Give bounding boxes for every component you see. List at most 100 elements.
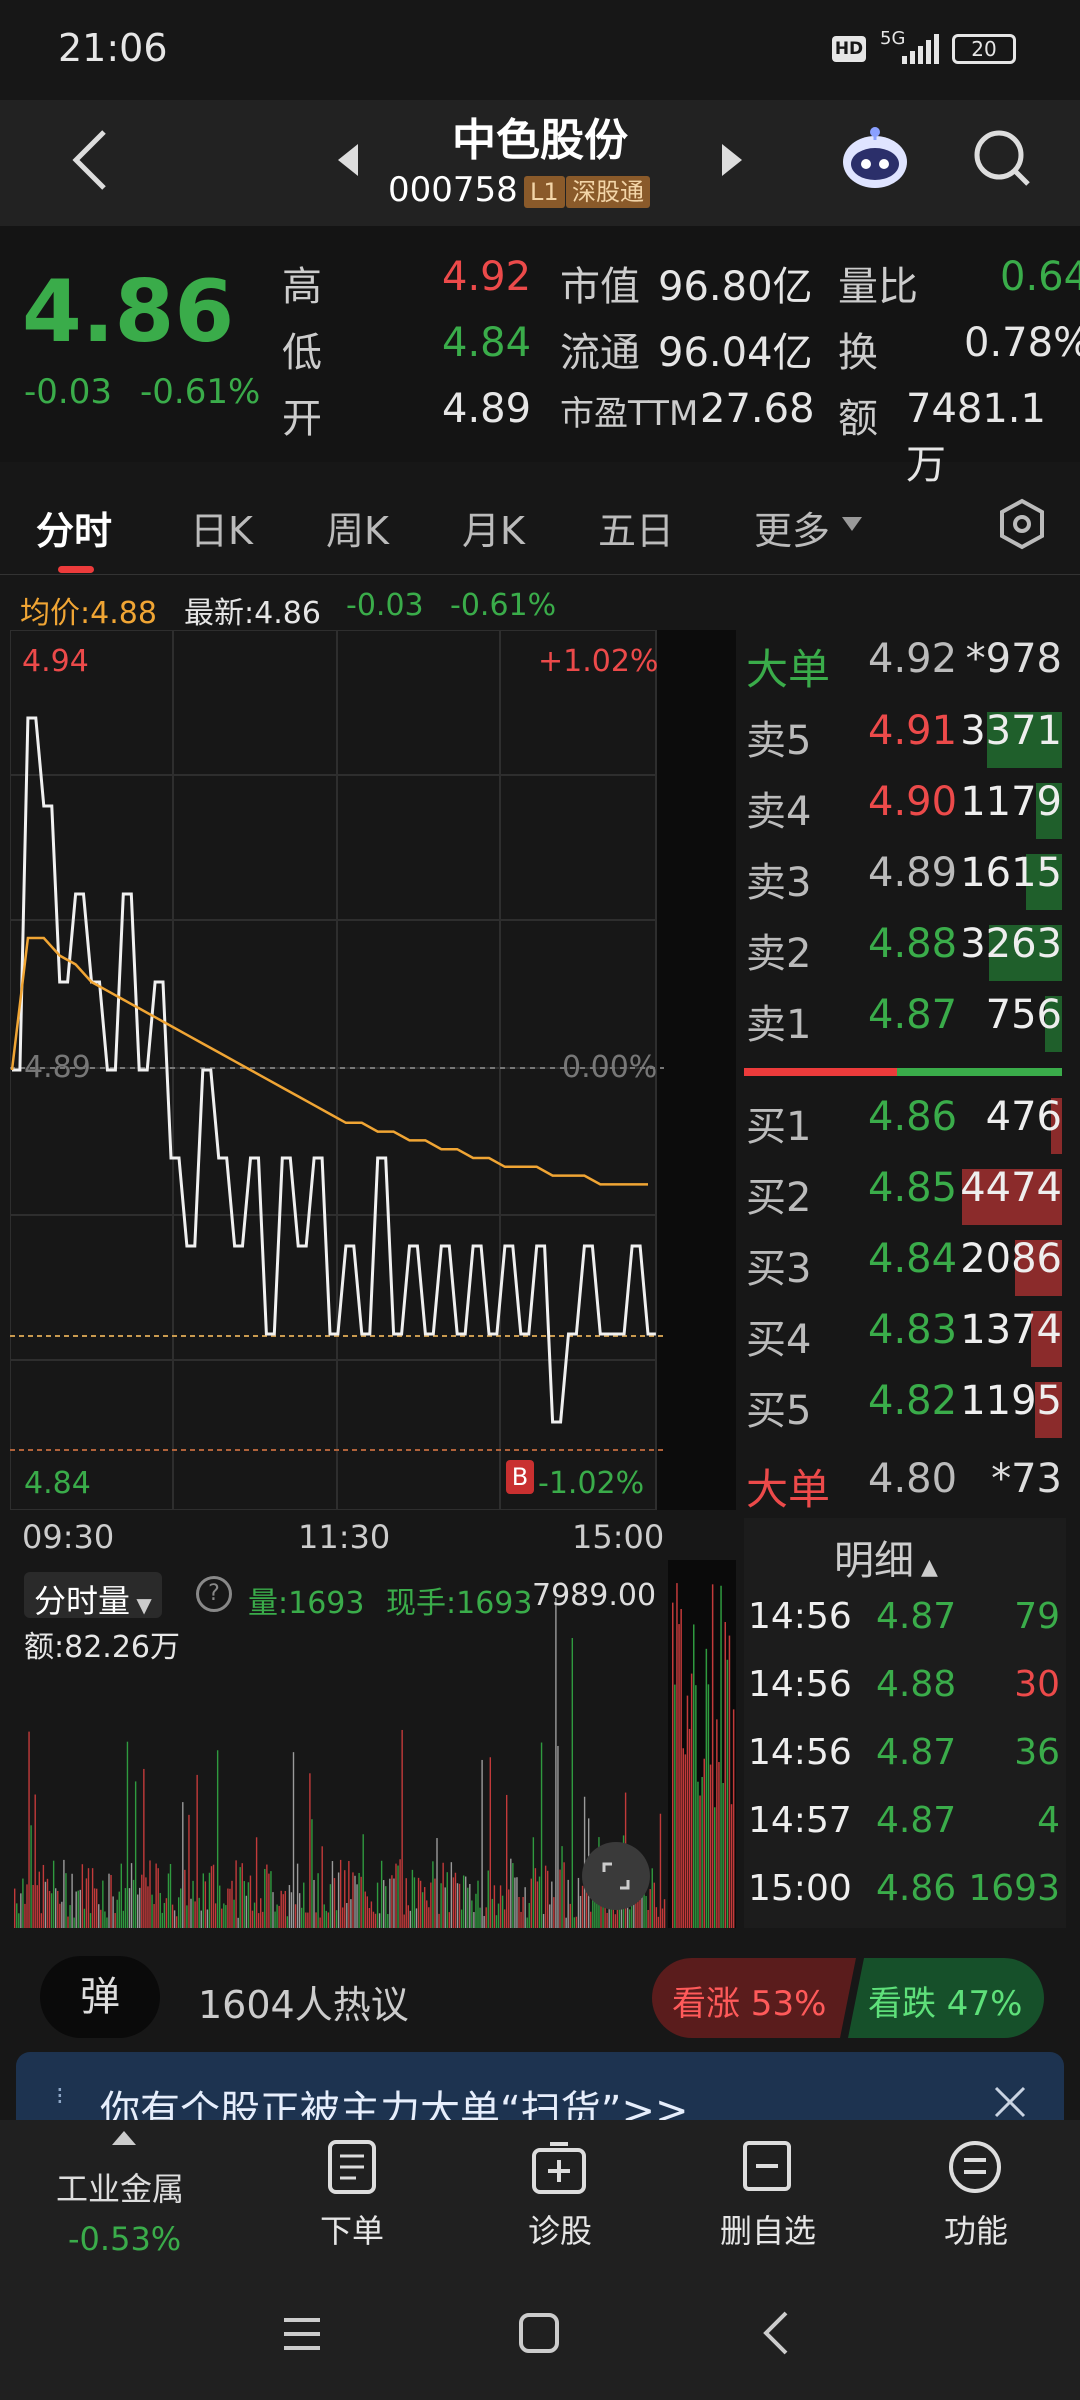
- nav-diagnose[interactable]: 诊股: [490, 2206, 630, 2252]
- volume-bar: [241, 1863, 243, 1928]
- tick-time: 14:57: [748, 1800, 852, 1841]
- tab-weekly-k[interactable]: 周K: [326, 500, 389, 555]
- system-home-icon[interactable]: [518, 2312, 560, 2354]
- volume-bar: [707, 1684, 710, 1928]
- volume-bar: [143, 1768, 145, 1928]
- volume-selector[interactable]: 分时量 ▼: [24, 1572, 162, 1620]
- bid-price: 4.86: [868, 1094, 958, 1140]
- volume-bar: [165, 1898, 168, 1928]
- volume-bar: [678, 1624, 680, 1928]
- volume-bar: [233, 1899, 235, 1928]
- help-icon[interactable]: ?: [196, 1576, 232, 1612]
- volume-bar: [397, 1865, 399, 1928]
- bearish-label[interactable]: 看跌 47%: [868, 1976, 1022, 2025]
- volume-bar: [157, 1868, 159, 1928]
- mktcap-value: 96.80亿: [658, 264, 813, 310]
- robot-assistant-icon[interactable]: [840, 124, 910, 194]
- next-stock-icon[interactable]: [720, 142, 744, 178]
- fullscreen-icon[interactable]: [582, 1842, 650, 1910]
- turnover-label: 换: [838, 330, 878, 376]
- volume-chart[interactable]: 分时量 ▼ ? 量:1693 现手:1693 7989.00 额:82.26万: [10, 1560, 736, 1928]
- volume-bar: [280, 1890, 282, 1928]
- volume-bar: [528, 1903, 530, 1928]
- volume-bar: [46, 1878, 49, 1928]
- tick-price: 4.87: [876, 1732, 957, 1773]
- tab-intraday[interactable]: 分时: [36, 500, 112, 555]
- volume-bar: [202, 1873, 204, 1928]
- volume-bar: [190, 1898, 192, 1928]
- sentiment-bar[interactable]: 看涨 53% 看跌 47%: [652, 1958, 1044, 2038]
- bid-volume: 1374: [960, 1307, 1062, 1353]
- tab-monthly-k[interactable]: 月K: [462, 500, 525, 555]
- high-value: 4.92: [442, 254, 532, 300]
- system-menu-icon[interactable]: [282, 2314, 322, 2354]
- volume-bar: [307, 1912, 309, 1928]
- volume-bar: [360, 1876, 362, 1928]
- tick-detail-panel[interactable]: 明细 ▲ 14:56 4.87 79 14:56 4.88 30 14:56 4.87 36 14…: [744, 1518, 1066, 1928]
- tab-daily-k[interactable]: 日K: [190, 500, 253, 555]
- system-back-icon[interactable]: [762, 2310, 790, 2356]
- volume-bar: [364, 1891, 366, 1928]
- sector-change[interactable]: -0.53%: [68, 2220, 181, 2258]
- remove-watchlist-icon[interactable]: [742, 2140, 792, 2192]
- volume-bar: [442, 1862, 444, 1928]
- volume-bar: [52, 1860, 55, 1928]
- volume-bar: [419, 1880, 422, 1928]
- volume-bar: [194, 1901, 196, 1928]
- volume-bar: [473, 1912, 475, 1928]
- volume-bar: [469, 1884, 471, 1928]
- diagnose-icon[interactable]: [530, 2140, 588, 2196]
- banner-dots-icon: ⁝: [56, 2082, 64, 2110]
- big-buy-vol: *73: [991, 1456, 1062, 1502]
- volume-bar: [499, 1885, 502, 1928]
- battery-icon: 20: [952, 34, 1016, 64]
- bullish-label[interactable]: 看涨 53%: [672, 1976, 826, 2025]
- volume-bar: [83, 1908, 86, 1928]
- search-icon[interactable]: [972, 128, 1032, 188]
- volume-bar: [518, 1897, 520, 1928]
- nav-order[interactable]: 下单: [282, 2206, 422, 2252]
- volume-bar: [178, 1897, 180, 1928]
- discussion-count[interactable]: 1604人热议: [198, 1974, 409, 2029]
- volume-bar: [50, 1893, 53, 1928]
- volume-bar: [239, 1867, 241, 1928]
- signal-icon: [900, 34, 940, 64]
- volume-bar: [100, 1909, 102, 1928]
- volume-bar: [255, 1837, 258, 1928]
- big-sell-vol: *978: [965, 636, 1062, 682]
- close-icon[interactable]: [992, 2084, 1028, 2120]
- nav-functions[interactable]: 功能: [906, 2206, 1046, 2252]
- volume-bar: [116, 1899, 118, 1928]
- volume-bar: [32, 1884, 34, 1928]
- stock-code: 000758: [388, 170, 518, 210]
- volume-bar: [48, 1890, 51, 1928]
- settings-hexagon-icon[interactable]: [998, 498, 1046, 550]
- hd-icon: HD: [832, 36, 866, 62]
- volume-bar: [235, 1860, 237, 1928]
- back-icon[interactable]: [70, 128, 110, 192]
- volume-bar: [63, 1859, 65, 1928]
- nav-remove-watchlist[interactable]: 删自选: [698, 2206, 838, 2252]
- danmu-toggle[interactable]: 弹: [40, 1956, 160, 2038]
- y-mid-label: 4.89: [24, 1050, 91, 1085]
- functions-icon[interactable]: [948, 2140, 1002, 2194]
- volume-bar: [726, 1659, 729, 1928]
- bid-volume: 1195: [960, 1378, 1062, 1424]
- volume-bar: [108, 1873, 110, 1928]
- chart-change-pct: -0.61%: [450, 588, 557, 623]
- price-change: -0.03: [24, 372, 112, 412]
- volume-bar: [510, 1858, 512, 1928]
- volume-bar: [124, 1888, 127, 1928]
- intraday-chart[interactable]: 4.94 +1.02% 4.89 0.00% 4.84 -1.02% B: [10, 630, 736, 1510]
- order-icon[interactable]: [326, 2140, 378, 2196]
- volume-bar: [438, 1913, 440, 1928]
- tab-five-day[interactable]: 五日: [598, 500, 674, 555]
- tick-detail-title[interactable]: 明细 ▲: [834, 1528, 938, 1586]
- buy-marker[interactable]: B: [506, 1460, 534, 1494]
- volume-bar: [337, 1872, 340, 1928]
- volume-bar: [40, 1913, 43, 1928]
- tab-more[interactable]: 更多: [754, 500, 830, 555]
- volume-bar: [342, 1907, 344, 1928]
- volume-bar: [175, 1916, 178, 1928]
- sector-name[interactable]: 工业金属: [56, 2164, 184, 2210]
